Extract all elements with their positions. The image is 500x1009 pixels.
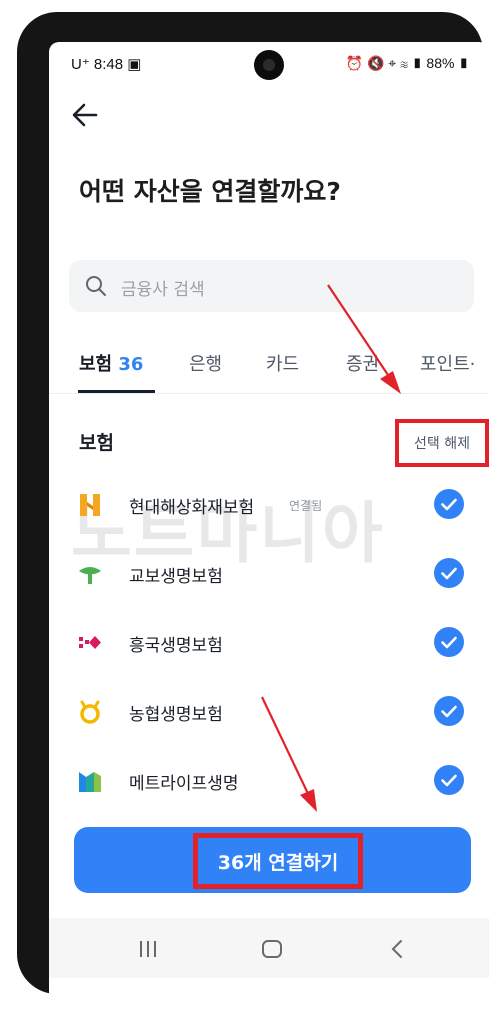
kyobo-logo [77,561,103,587]
check-icon[interactable] [434,558,464,588]
insurer-row-nh[interactable]: 농협생명보험 [49,681,489,741]
hyundai-marine-logo [77,492,103,518]
tabs-divider [49,393,489,394]
connected-tag: 연결됨 [289,499,323,513]
check-icon[interactable] [434,627,464,657]
system-nav-bar [49,918,489,978]
status-bar: U⁺ 8:48 ▣ ⏰ 🔇 ⌖ ≋ ▮ 88% ▮ [49,42,489,90]
search-input[interactable]: 금융사 검색 [69,260,474,312]
insurer-name: 교보생명보험 [129,567,223,587]
check-icon[interactable] [434,696,464,726]
insurer-row-hyundai[interactable]: 현대해상화재보험 연결됨 [49,474,489,534]
search-icon [85,275,107,301]
tab-points[interactable]: 포인트· [420,350,475,376]
insurer-name: 메트라이프생명 [129,774,239,794]
insurer-name: 농협생명보험 [129,705,223,725]
wifi-icon: ≋ [400,55,408,71]
connect-button-label: 36개 연결하기 [217,851,339,874]
recent-apps-icon[interactable] [137,938,159,964]
search-placeholder: 금융사 검색 [121,280,205,300]
insurer-name: 현대해상화재보험 [129,498,255,518]
page-title: 어떤 자산을 연결할까요? [79,177,341,206]
status-left: U⁺ 8:48 ▣ [71,55,141,73]
connect-button[interactable]: 36개 연결하기 [74,827,471,893]
metlife-logo [77,768,103,794]
tab-insurance[interactable]: 보험 36 [79,350,143,376]
home-icon[interactable] [261,938,283,964]
insurer-row-kyobo[interactable]: 교보생명보험 [49,543,489,603]
tab-bank[interactable]: 은행 [189,350,222,376]
insurer-name: 흥국생명보험 [129,636,223,656]
gallery-icon: ▣ [127,56,142,73]
phone-frame: U⁺ 8:48 ▣ ⏰ 🔇 ⌖ ≋ ▮ 88% ▮ 어떤 자산을 연결할까요? [17,12,489,998]
check-icon[interactable] [434,765,464,795]
annotation-box: 36개 연결하기 [193,833,363,889]
carrier-label: U⁺ [71,56,90,73]
tab-insurance-label: 보험 [79,354,113,375]
location-icon: ⌖ [388,55,397,71]
battery-percent: 88% [426,55,455,71]
heungkuk-logo [77,630,103,656]
alarm-icon: ⏰ [345,55,364,71]
category-tabs: 보험 36 은행 카드 증권 포인트· [49,350,489,394]
insurer-row-metlife[interactable]: 메트라이프생명 [49,750,489,810]
nh-logo [77,699,103,725]
check-icon[interactable] [434,489,464,519]
tab-insurance-count: 36 [118,354,144,375]
back-nav-icon[interactable] [387,938,409,964]
front-camera [254,50,284,80]
section-title: 보험 [79,432,114,454]
app-screen: U⁺ 8:48 ▣ ⏰ 🔇 ⌖ ≋ ▮ 88% ▮ 어떤 자산을 연결할까요? [49,42,489,998]
deselect-all-button[interactable]: 선택 해제 [395,419,489,467]
status-time: 8:48 [93,56,124,73]
signal-icon: ▮ [411,55,423,71]
status-right: ⏰ 🔇 ⌖ ≋ ▮ 88% ▮ [346,55,469,72]
tab-securities[interactable]: 증권 [346,350,379,376]
back-arrow-icon[interactable] [69,100,103,130]
battery-icon: ▮ [458,55,469,71]
insurer-row-heungkuk[interactable]: 흥국생명보험 [49,612,489,672]
tab-card[interactable]: 카드 [266,350,299,376]
mute-icon: 🔇 [366,55,385,71]
